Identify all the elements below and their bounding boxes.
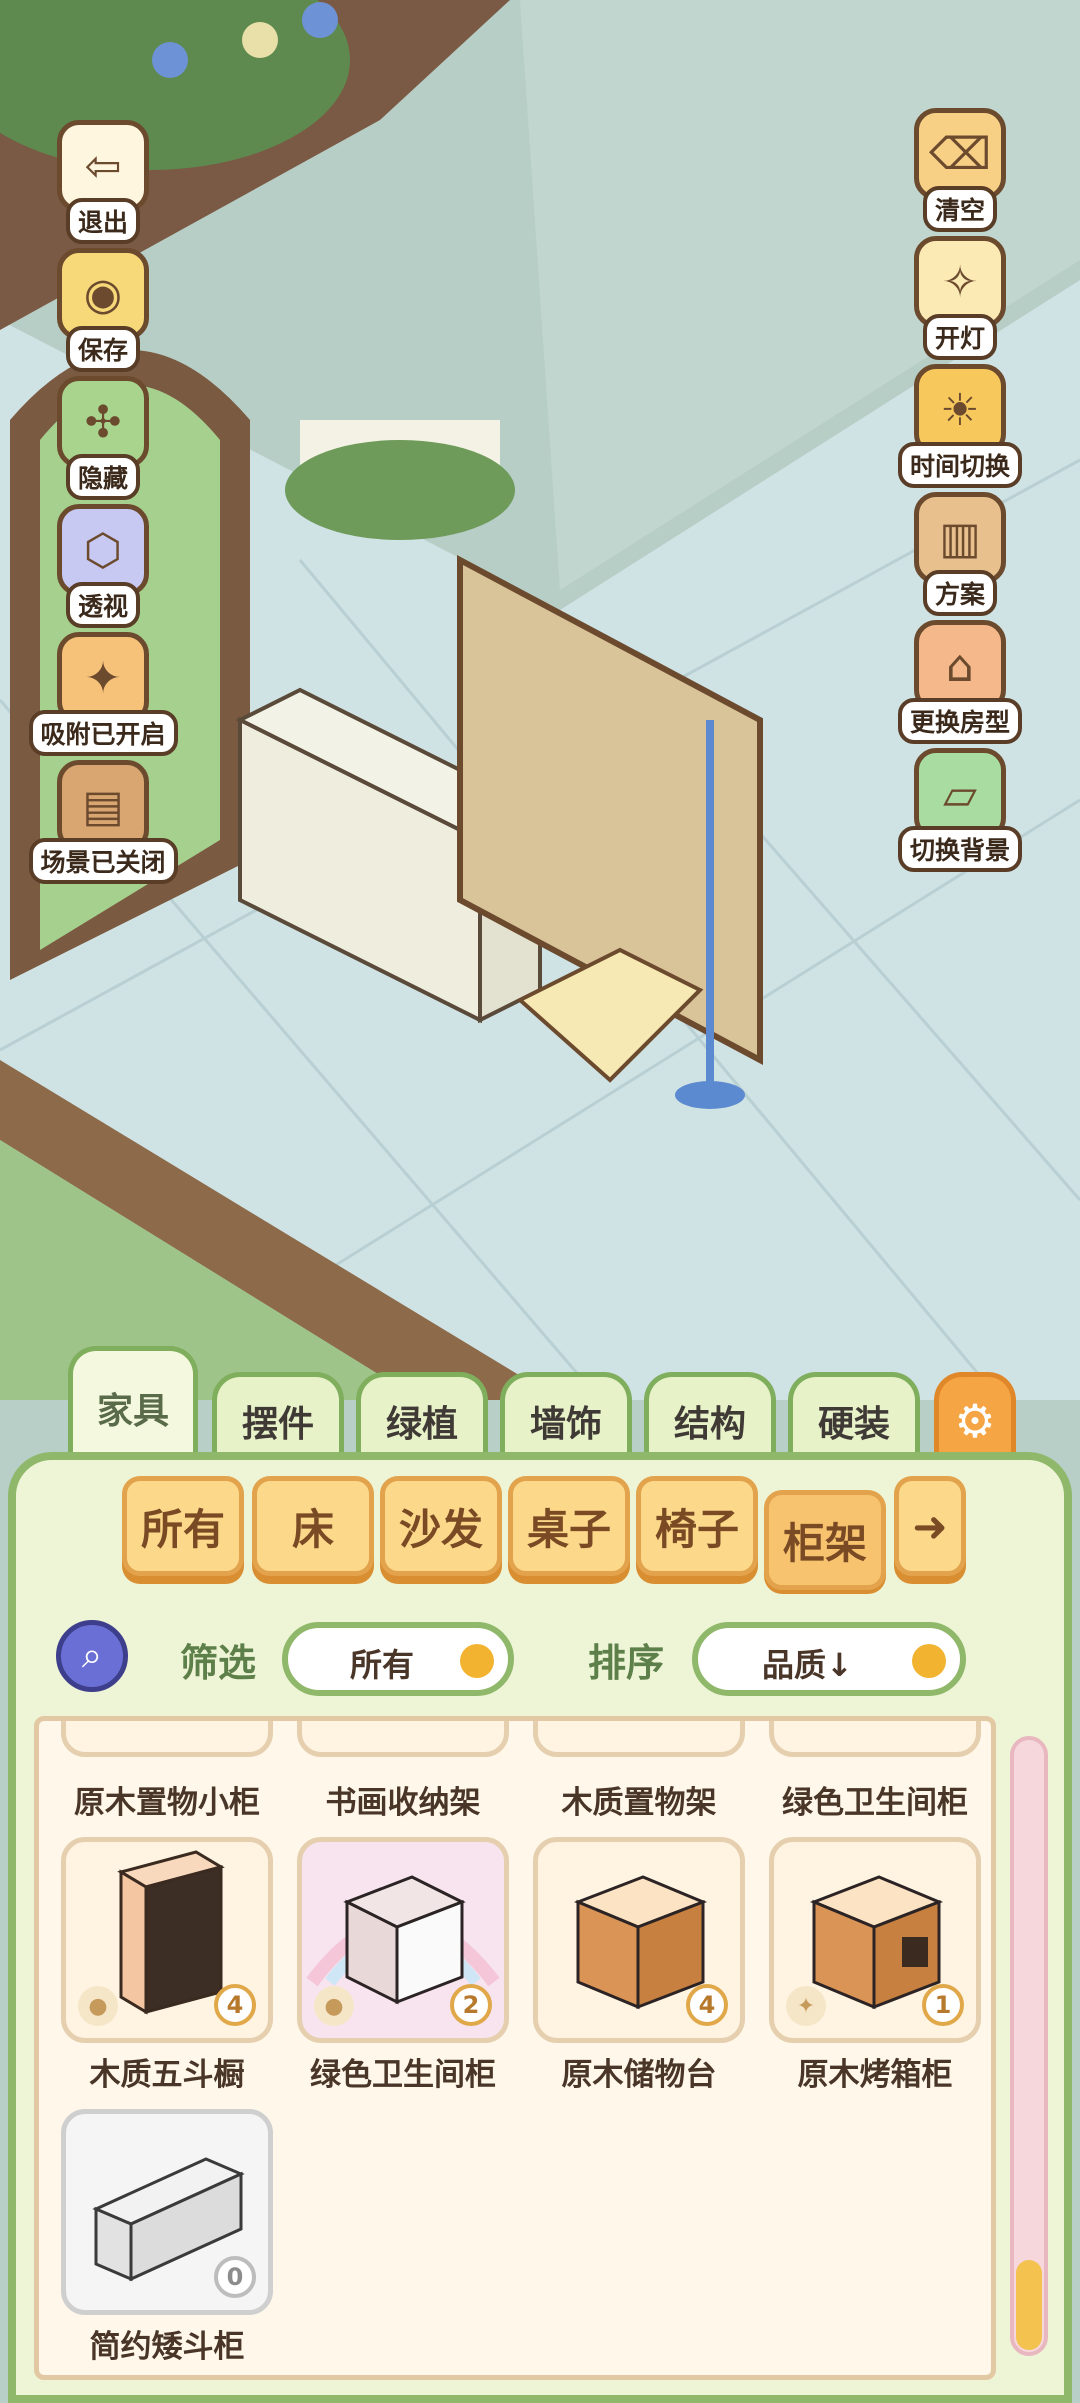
item-name: 原木烤箱柜 [797,2057,953,2093]
filter-value: 所有 [350,1646,415,1684]
tab-wall-decor[interactable]: 墙饰 [500,1372,632,1464]
sort-label: 排序 [588,1641,665,1685]
furniture-item-card[interactable]: 4 [533,1837,745,2043]
furniture-item-card[interactable]: ● 4 [61,1837,273,2043]
tab-decor[interactable]: 摆件 [212,1372,344,1464]
furniture-item-card[interactable]: ● 2 [297,1837,509,2043]
subtab-all[interactable]: 所有 [122,1476,244,1576]
filter-dropdown[interactable]: 所有 [282,1622,514,1696]
item-name: 绿色卫生间柜 [782,1785,968,1821]
dropdown-icon [912,1644,946,1678]
item-name: 木质置物架 [561,1785,717,1821]
perspective-label: 透视 [65,582,140,628]
snap-label: 吸附已开启 [28,710,178,756]
item-name: 木质五斗橱 [89,2057,245,2093]
search-icon: ⌕ [81,1635,103,1676]
item-count: 1 [922,1984,964,2026]
item-count: 2 [450,1984,492,2026]
save-button[interactable]: ◉ 保存 [48,248,158,372]
settings-tab[interactable]: ⚙ [934,1372,1016,1464]
sort-value: 品质↓ [762,1646,853,1684]
lightbulb-icon: ✦ [786,1986,826,2026]
subtab-shelf[interactable]: 柜架 [764,1490,886,1590]
tab-plants[interactable]: 绿植 [356,1372,488,1464]
exit-button[interactable]: ⇦ 退出 [48,120,158,244]
hide-button[interactable]: ✣ 隐藏 [48,376,158,500]
light-label: 开灯 [922,314,997,360]
scrollbar-track[interactable] [1010,1736,1048,2356]
filter-label: 筛选 [180,1641,257,1685]
furniture-item-card[interactable]: ✦ 1 [769,1837,981,2043]
plan-label: 方案 [922,570,997,616]
item-grid: 原木置物小柜 书画收纳架 木质置物架 绿色卫生间柜 ● 4 ● 2 4 ✦ 1 … [34,1716,996,2380]
subtab-chair[interactable]: 椅子 [636,1476,758,1576]
gear-icon: ⚙ [954,1393,996,1448]
coin-icon: ● [314,1986,354,2026]
item-name: 简约矮斗柜 [89,2329,245,2365]
coin-icon: ● [78,1986,118,2026]
light-button[interactable]: ✧ 开灯 [905,236,1015,360]
clear-label: 清空 [922,186,997,232]
save-label: 保存 [65,326,140,372]
hide-label: 隐藏 [65,454,140,500]
scene-label: 场景已关闭 [28,838,178,884]
tab-hardwear[interactable]: 硬装 [788,1372,920,1464]
item-name: 原木储物台 [561,2057,717,2093]
snap-toggle-button[interactable]: ✦ 吸附已开启 [28,632,178,756]
subtab-bed[interactable]: 床 [252,1476,374,1576]
time-switch-label: 时间切换 [898,442,1023,488]
arrow-right-icon: ➜ [912,1501,948,1551]
dropdown-icon [460,1644,494,1678]
tab-structure[interactable]: 结构 [644,1372,776,1464]
item-count: 0 [214,2256,256,2298]
subtab-sofa[interactable]: 沙发 [380,1476,502,1576]
exit-label: 退出 [65,198,140,244]
subtab-next-button[interactable]: ➜ [894,1476,966,1576]
perspective-button[interactable]: ⬡ 透视 [48,504,158,628]
item-name: 绿色卫生间柜 [310,2057,496,2093]
time-switch-button[interactable]: ☀ 时间切换 [898,364,1023,488]
search-button[interactable]: ⌕ [56,1620,128,1692]
clear-button[interactable]: ⌫ 清空 [905,108,1015,232]
tab-furniture[interactable]: 家具 [68,1346,198,1464]
room-scene[interactable]: ⇦ 退出 ◉ 保存 ✣ 隐藏 ⬡ 透视 ✦ 吸附已开启 ▤ 场景已关闭 ⌫ 清空… [0,0,1080,1402]
scene-toggle-button[interactable]: ▤ 场景已关闭 [28,760,178,884]
item-name: 书画收纳架 [325,1785,481,1821]
item-count: 4 [686,1984,728,2026]
sort-dropdown[interactable]: 品质↓ [692,1622,966,1696]
item-count: 4 [214,1984,256,2026]
plan-button[interactable]: ▥ 方案 [905,492,1015,616]
scrollbar-thumb[interactable] [1016,2260,1042,2350]
item-name: 原木置物小柜 [74,1785,260,1821]
switch-background-label: 切换背景 [898,826,1023,872]
furniture-item-card[interactable]: 0 [61,2109,273,2315]
subtab-table[interactable]: 桌子 [508,1476,630,1576]
change-room-button[interactable]: ⌂ 更换房型 [898,620,1023,744]
change-room-label: 更换房型 [898,698,1023,744]
switch-background-button[interactable]: ▱ 切换背景 [898,748,1023,872]
